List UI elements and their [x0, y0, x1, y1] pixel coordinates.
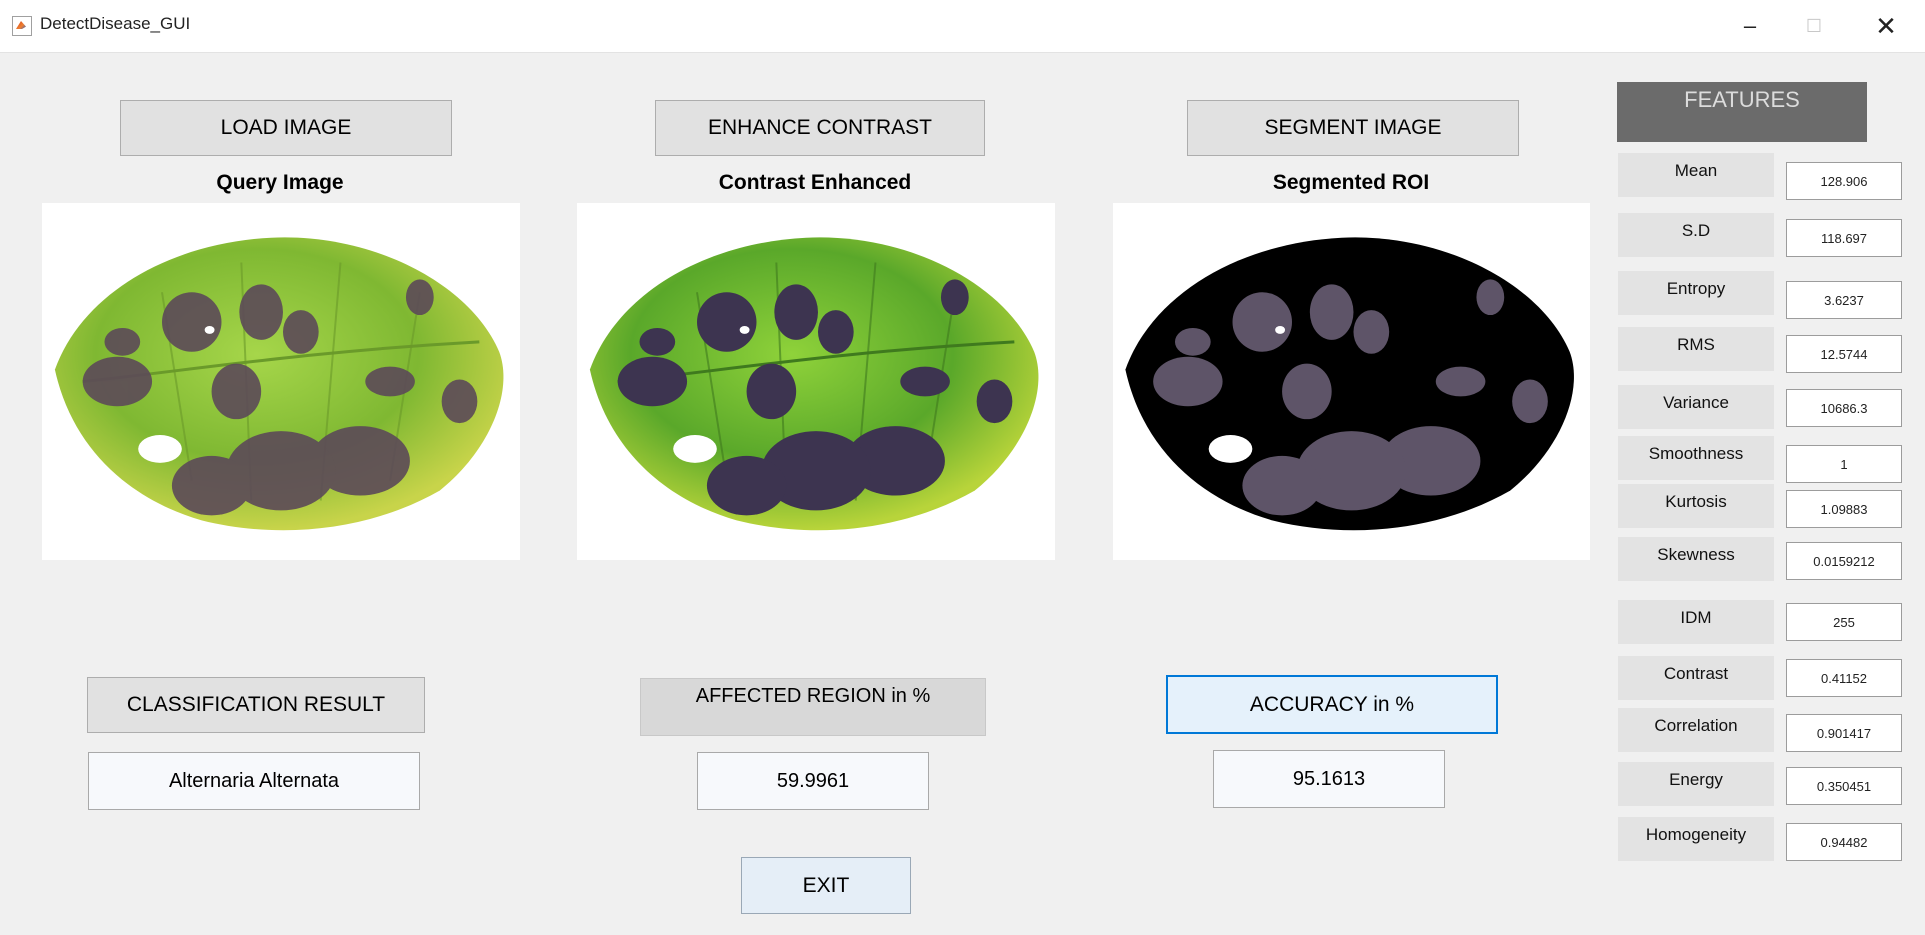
- feature-value-field[interactable]: 12.5744: [1786, 335, 1902, 373]
- segmented-leaf-image: [1125, 237, 1574, 531]
- feature-value-field[interactable]: 0.94482: [1786, 823, 1902, 861]
- feature-label: Mean: [1618, 153, 1774, 197]
- feature-value-field[interactable]: 128.906: [1786, 162, 1902, 200]
- segmented-roi-caption: Segmented ROI: [1272, 171, 1430, 194]
- feature-label: IDM: [1618, 600, 1774, 644]
- feature-value-field[interactable]: 0.350451: [1786, 767, 1902, 805]
- exit-button[interactable]: EXIT: [741, 857, 911, 914]
- feature-value-field[interactable]: 118.697: [1786, 219, 1902, 257]
- contrast-enhanced-panel: [577, 203, 1055, 560]
- title-bar: DetectDisease_GUI – ☐ ✕: [0, 0, 1925, 53]
- segment-image-button[interactable]: SEGMENT IMAGE: [1187, 100, 1519, 156]
- feature-value-field[interactable]: 1.09883: [1786, 490, 1902, 528]
- contrast-enhanced-caption: Contrast Enhanced: [718, 171, 912, 194]
- feature-label: RMS: [1618, 327, 1774, 371]
- feature-value-field[interactable]: 0.41152: [1786, 659, 1902, 697]
- minimize-icon[interactable]: –: [1720, 6, 1780, 46]
- classification-result-button[interactable]: CLASSIFICATION RESULT: [87, 677, 425, 733]
- feature-label: Contrast: [1618, 656, 1774, 700]
- query-image-panel: [42, 203, 520, 560]
- feature-value-field[interactable]: 255: [1786, 603, 1902, 641]
- accuracy-field: 95.1613: [1213, 750, 1445, 808]
- matlab-app-icon: [12, 16, 32, 36]
- maximize-icon[interactable]: ☐: [1784, 6, 1844, 46]
- window-title: DetectDisease_GUI: [40, 14, 191, 33]
- feature-value-field[interactable]: 3.6237: [1786, 281, 1902, 319]
- feature-label: Homogeneity: [1618, 817, 1774, 861]
- feature-value-field[interactable]: 10686.3: [1786, 389, 1902, 427]
- load-image-button[interactable]: LOAD IMAGE: [120, 100, 452, 156]
- close-icon[interactable]: ✕: [1856, 6, 1916, 46]
- classification-result-field: Alternaria Alternata: [88, 752, 420, 810]
- enhance-contrast-button[interactable]: ENHANCE CONTRAST: [655, 100, 985, 156]
- feature-label: Entropy: [1618, 271, 1774, 315]
- query-image-caption: Query Image: [216, 171, 344, 194]
- segmented-roi-panel: [1113, 203, 1590, 560]
- feature-label: Correlation: [1618, 708, 1774, 752]
- leaf-image: [54, 237, 504, 531]
- feature-value-field[interactable]: 0.0159212: [1786, 542, 1902, 580]
- feature-label: Variance: [1618, 385, 1774, 429]
- feature-label: Energy: [1618, 762, 1774, 806]
- feature-label: Skewness: [1618, 537, 1774, 581]
- affected-region-field: 59.9961: [697, 752, 929, 810]
- feature-label: S.D: [1618, 213, 1774, 257]
- feature-value-field[interactable]: 1: [1786, 445, 1902, 483]
- features-header: FEATURES: [1617, 82, 1867, 142]
- accuracy-button[interactable]: ACCURACY in %: [1166, 675, 1498, 734]
- enhanced-leaf-image: [589, 237, 1039, 531]
- affected-region-label: AFFECTED REGION in %: [640, 678, 986, 736]
- feature-value-field[interactable]: 0.901417: [1786, 714, 1902, 752]
- feature-label: Smoothness: [1618, 436, 1774, 480]
- feature-label: Kurtosis: [1618, 484, 1774, 528]
